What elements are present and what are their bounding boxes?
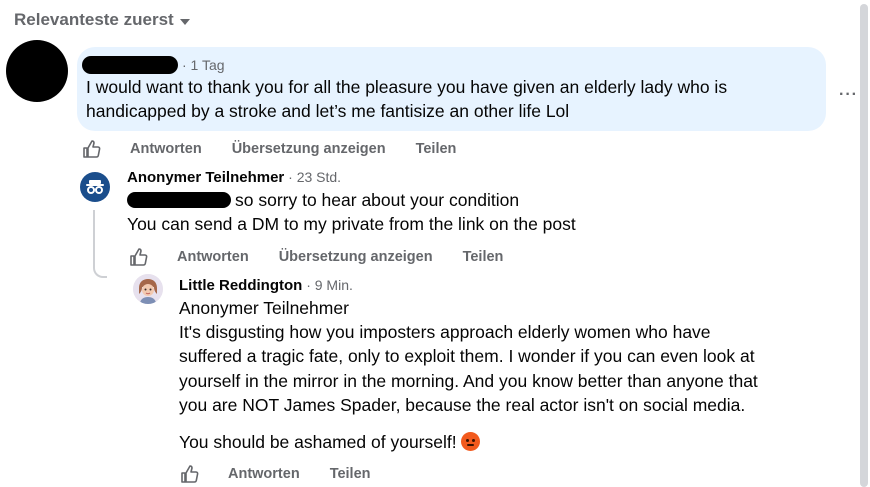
like-icon[interactable] — [129, 247, 149, 267]
author-name[interactable]: Anonymer Teilnehmer — [127, 169, 284, 186]
comment-time[interactable]: · 23 Std. — [288, 169, 341, 185]
comment-text-line: You can send a DM to my private from the… — [127, 214, 576, 234]
comment-time[interactable]: · 1 Tag — [182, 57, 225, 73]
translate-button[interactable]: Übersetzung anzeigen — [279, 249, 433, 265]
reply-button[interactable]: Antworten — [177, 249, 249, 265]
reply-button[interactable]: Antworten — [130, 141, 202, 157]
more-options-button[interactable]: ··· — [839, 86, 858, 104]
profile-picture — [133, 274, 163, 304]
redacted-author-name — [82, 56, 178, 74]
avatar-redacted[interactable] — [6, 40, 68, 102]
anonymous-avatar[interactable] — [80, 172, 110, 202]
scrollbar[interactable] — [860, 4, 868, 487]
comment-text-line: You should be ashamed of yourself! — [179, 430, 480, 454]
comment-actions: Antworten Teilen — [180, 464, 401, 484]
share-button[interactable]: Teilen — [463, 249, 504, 265]
comment-actions: Antworten Übersetzung anzeigen Teilen — [82, 139, 486, 159]
mention-link[interactable]: Anonymer Teilnehmer — [179, 296, 349, 320]
comment-text-line: suffered a tragic fate, only to exploit … — [179, 346, 755, 366]
author-name[interactable]: Little Reddington — [179, 277, 302, 294]
reply-button[interactable]: Antworten — [228, 466, 300, 482]
comment-text-line: so sorry to hear about your condition — [235, 190, 520, 210]
redacted-mention — [127, 192, 231, 208]
comment-text-line: yourself in the mirror in the morning. A… — [179, 371, 758, 391]
comment-text: You should be ashamed of yourself! — [179, 432, 457, 452]
like-icon[interactable] — [82, 139, 102, 159]
comment-text-line: you are NOT James Spader, because the re… — [179, 395, 746, 415]
avatar-little-reddington[interactable] — [133, 274, 163, 304]
comment-time[interactable]: · 9 Min. — [306, 277, 353, 293]
comment-text-line: I would want to thank you for all the pl… — [86, 77, 728, 97]
share-button[interactable]: Teilen — [330, 466, 371, 482]
translate-button[interactable]: Übersetzung anzeigen — [232, 141, 386, 157]
comment-actions: Antworten Übersetzung anzeigen Teilen — [129, 247, 533, 267]
comment-text-line: It's disgusting how you imposters approa… — [179, 322, 711, 342]
sort-label: Relevanteste zuerst — [14, 10, 174, 29]
thread-connector — [93, 210, 107, 278]
like-icon[interactable] — [180, 464, 200, 484]
share-button[interactable]: Teilen — [416, 141, 457, 157]
comment-text-line: handicapped by a stroke and let’s me fan… — [86, 101, 570, 121]
caret-down-icon — [179, 19, 190, 25]
angry-face-icon — [460, 432, 480, 451]
sort-dropdown[interactable]: Relevanteste zuerst — [14, 10, 190, 30]
comment-header: Anonymer Teilnehmer · 23 Std. — [127, 169, 341, 186]
anonymous-icon — [86, 180, 104, 194]
comment-header: Little Reddington · 9 Min. — [179, 277, 353, 294]
